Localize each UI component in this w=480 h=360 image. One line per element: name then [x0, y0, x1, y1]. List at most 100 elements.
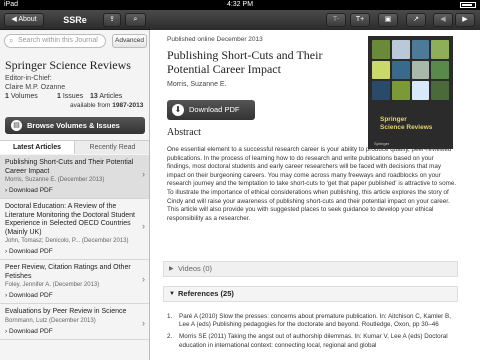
tab-recently-read[interactable]: Recently Read [75, 141, 149, 154]
previous-article-button[interactable]: ◀ [433, 13, 453, 27]
search-placeholder: Search within this Journal [18, 37, 98, 44]
article-item-download[interactable]: › Download PDF [5, 328, 145, 335]
journal-sidebar: ⌕ Search within this Journal Advanced Sp… [0, 30, 150, 360]
article-item-download[interactable]: › Download PDF [5, 187, 145, 194]
chevron-right-icon: › [142, 221, 145, 231]
article-item-meta: Morris, Suzanne E. (December 2013) [5, 177, 105, 183]
abstract-text: One essential element to a successful re… [167, 146, 457, 222]
journal-search-input[interactable]: ⌕ Search within this Journal [4, 34, 106, 48]
status-bar: iPad 4:32 PM [0, 0, 480, 10]
articles-stat: 13 Articles [90, 93, 122, 100]
cover-title-line1: Springer [380, 116, 407, 123]
triangle-right-icon: ▶ [169, 266, 174, 272]
editor-label: Editor-in-Chief: [5, 75, 52, 82]
font-smaller-button[interactable]: T- [326, 13, 346, 27]
videos-label: Videos (0) [178, 264, 213, 273]
share-button[interactable]: ⇪ [103, 13, 121, 27]
battery-indicator [460, 0, 476, 8]
reference-item: 1. Paré A (2010) Slow the presses: conce… [167, 313, 452, 329]
export-button[interactable]: ↗ [406, 13, 426, 27]
reader-toolbar: T- T+ ▣ ↗ ◀ ▶ [150, 10, 480, 30]
article-item-title: Evaluations by Peer Review in Science [5, 308, 127, 315]
reference-number: 2. [167, 333, 173, 341]
advanced-search-button[interactable]: Advanced [112, 34, 147, 48]
article-item-meta: Bornmann, Lutz (December 2013) [5, 317, 96, 324]
issues-count: 1 [57, 93, 61, 100]
font-larger-label: T+ [355, 16, 365, 23]
article-item-title: Publishing Short-Cuts and Their Potentia… [5, 159, 134, 175]
article-list-item[interactable]: Doctoral Education: A Review of the Lite… [0, 199, 149, 260]
editor-name: Claire M.P. Ozanne [5, 84, 66, 91]
bookmark-button[interactable]: ▣ [378, 13, 398, 27]
published-date: Published online December 2013 [167, 36, 263, 43]
article-item-title: Doctoral Education: A Review of the Lite… [5, 203, 135, 236]
search-row: ⌕ Search within this Journal Advanced [4, 34, 147, 48]
available-range: 1987-2013 [112, 102, 144, 109]
volumes-stat: 1 Volumes [5, 93, 38, 100]
triangle-down-icon: ▼ [169, 291, 175, 297]
article-view: Published online December 2013 Publishin… [150, 30, 480, 360]
download-pdf-button[interactable]: ⬇ Download PDF [167, 100, 255, 120]
font-smaller-label: T- [332, 16, 340, 23]
journal-title: Springer Science Reviews [5, 58, 131, 72]
article-title: Publishing Short-Cuts and Their Potentia… [167, 48, 323, 76]
articles-count: 13 [90, 93, 98, 100]
reference-text: Morris SE (2011) Taking the angst out of… [179, 333, 448, 349]
reference-number: 1. [167, 313, 173, 320]
article-item-meta: John, Tomasz; Denicolo, P... (December 2… [5, 238, 129, 244]
book-icon: ▤ [11, 120, 22, 131]
videos-section-toggle[interactable]: ▶ Videos (0) [163, 261, 458, 277]
article-authors: Morris, Suzanne E. [167, 81, 227, 88]
availability: available from 1987-2013 [70, 102, 143, 109]
search-button[interactable]: ⌕ [125, 13, 146, 27]
cover-title: Springer Science Reviews [380, 116, 432, 132]
editor-info: Editor-in-Chief: Claire M.P. Ozanne [5, 74, 65, 92]
chevron-right-icon: › [142, 318, 145, 328]
chevron-right-icon: ▶ [462, 16, 468, 23]
abstract-heading: Abstract [167, 127, 201, 138]
volumes-count: 1 [5, 93, 9, 100]
references-list: 1. Paré A (2010) Slow the presses: conce… [167, 313, 452, 354]
browse-label: Browse Volumes & Issues [27, 121, 120, 130]
chevron-left-icon: ◀ [440, 16, 446, 23]
browse-volumes-button[interactable]: ▤ Browse Volumes & Issues [5, 117, 145, 134]
articles-label: Articles [99, 93, 123, 100]
download-pdf-label: Download PDF [189, 105, 240, 114]
cover-mosaic [372, 40, 449, 100]
navbar-title: SSRe [63, 15, 87, 25]
download-label: Download PDF [8, 327, 53, 335]
back-about-button[interactable]: ◀ About [4, 13, 44, 27]
bookmark-icon: ▣ [384, 16, 392, 23]
download-label: Download PDF [8, 248, 53, 255]
references-section-toggle[interactable]: ▼ References (25) [163, 286, 458, 302]
volumes-label: Volumes [10, 93, 38, 100]
export-icon: ↗ [413, 16, 419, 23]
download-label: Download PDF [8, 187, 53, 194]
search-icon: ⌕ [9, 36, 14, 45]
search-icon: ⌕ [133, 16, 138, 23]
font-larger-button[interactable]: T+ [350, 13, 370, 27]
journal-cover-image: Springer Science Reviews Springer [368, 36, 453, 149]
article-list-item[interactable]: Publishing Short-Cuts and Their Potentia… [0, 155, 149, 199]
article-tabs: Latest Articles Recently Read [0, 140, 149, 154]
article-item-meta: Foley, Jennifer A. (December 2013) [5, 282, 100, 288]
clock-label: 4:32 PM [226, 1, 254, 8]
chevron-right-icon: › [142, 274, 145, 284]
reference-text: Paré A (2010) Slow the presses: concerns… [179, 313, 451, 329]
tab-latest-articles[interactable]: Latest Articles [0, 141, 75, 154]
share-icon: ⇪ [109, 16, 115, 23]
reference-item: 2. Morris SE (2011) Taking the angst out… [167, 333, 452, 349]
available-label: available from [70, 102, 111, 109]
article-list-item[interactable]: Peer Review, Citation Ratings and Other … [0, 260, 149, 304]
article-item-download[interactable]: › Download PDF [5, 292, 145, 299]
chevron-right-icon: › [142, 169, 145, 179]
about-label: About [18, 16, 37, 23]
article-item-download[interactable]: › Download PDF [5, 248, 145, 255]
references-label: References (25) [178, 289, 234, 298]
next-article-button[interactable]: ▶ [455, 13, 475, 27]
article-item-title: Peer Review, Citation Ratings and Other … [5, 264, 131, 280]
article-list: Publishing Short-Cuts and Their Potentia… [0, 155, 149, 340]
article-list-item[interactable]: Evaluations by Peer Review in Science Bo… [0, 304, 149, 340]
download-icon: ⬇ [172, 104, 184, 116]
issues-stat: 1 Issues [57, 93, 83, 100]
